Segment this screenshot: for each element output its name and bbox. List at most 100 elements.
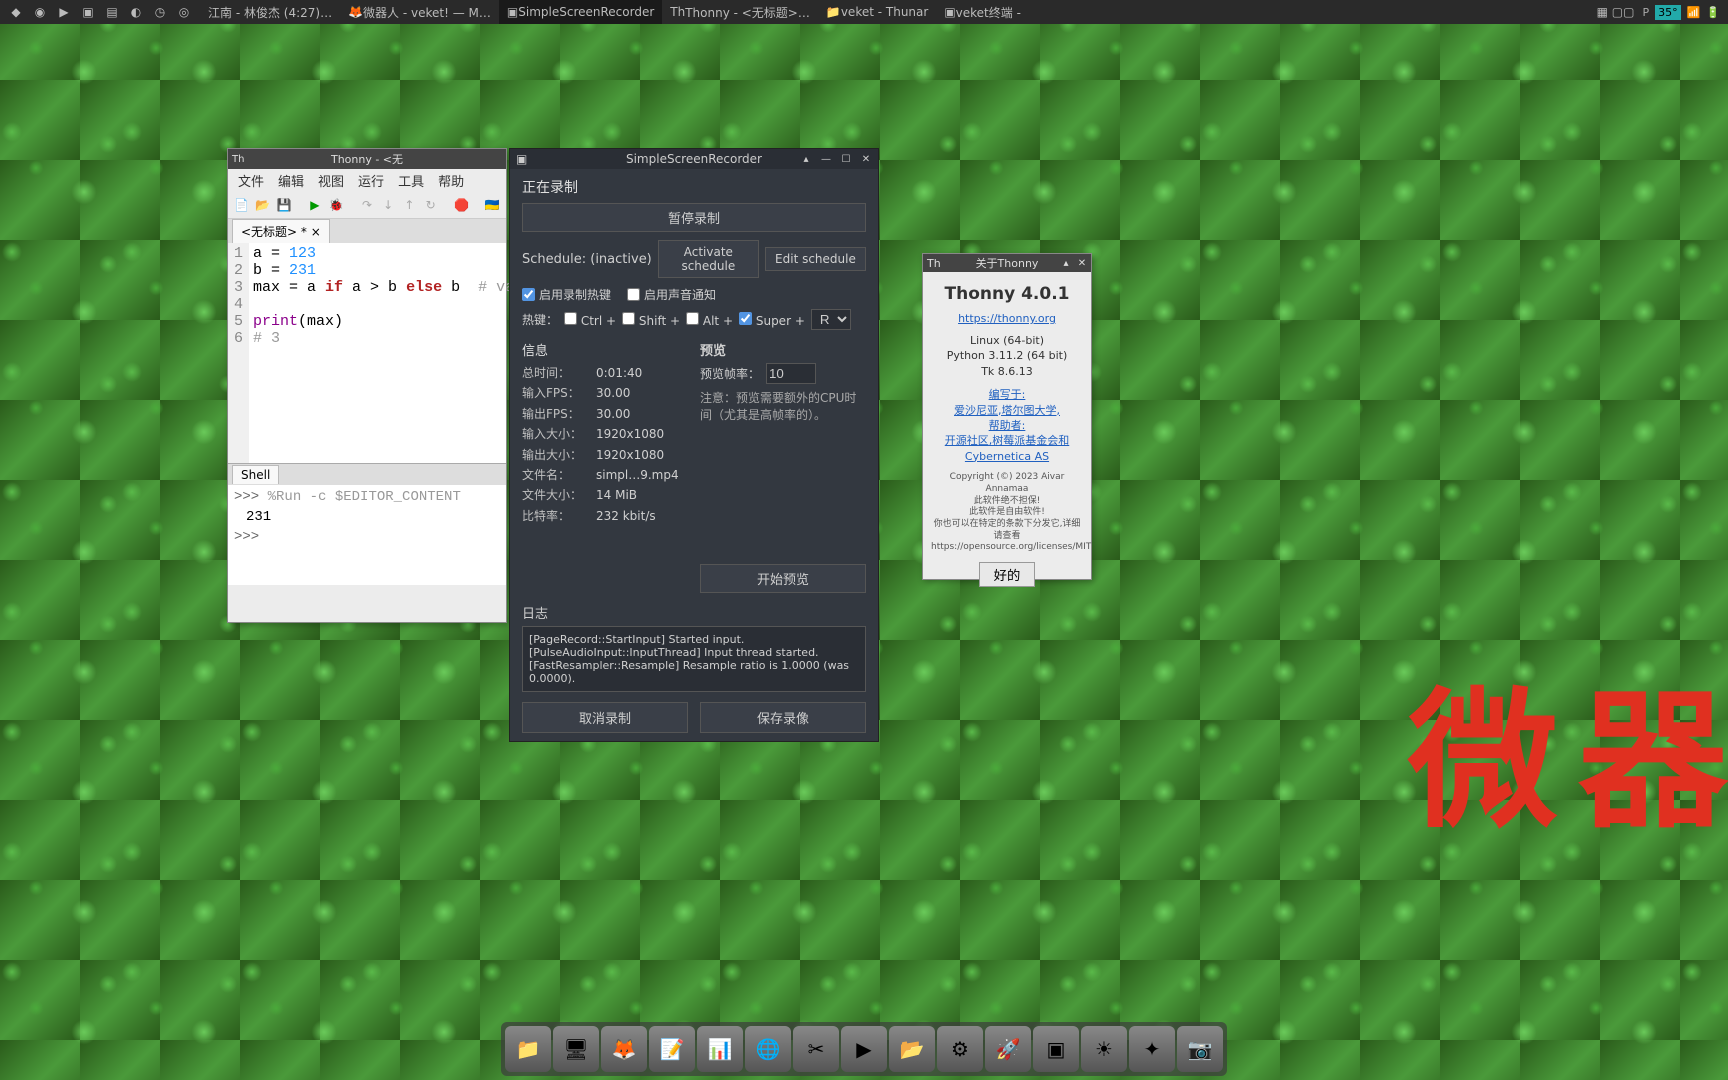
thonny-url-link[interactable]: https://thonny.org xyxy=(958,312,1056,325)
code-content: a = 123 b = 231 max = a if a > b else b … xyxy=(249,243,518,463)
flag-icon[interactable]: 🇺🇦 xyxy=(483,195,502,215)
pause-recording-button[interactable]: 暂停录制 xyxy=(522,203,866,232)
thonny-app-icon: Th xyxy=(232,154,244,165)
tray-temp[interactable]: 35° xyxy=(1655,5,1681,20)
thonny-titlebar[interactable]: Th Thonny - <无 xyxy=(228,149,506,169)
taskbar-music[interactable]: 江南 - 林俊杰 (4:27)… xyxy=(200,0,340,24)
ssr-window: ▣ SimpleScreenRecorder ▴ — ☐ ✕ 正在录制 暂停录制… xyxy=(509,148,879,742)
run-icon[interactable]: ▶ xyxy=(305,195,324,215)
stop-icon[interactable]: 🛑 xyxy=(452,195,471,215)
dock-office-icon[interactable]: 📊 xyxy=(697,1026,743,1072)
tray-pinyin-icon[interactable]: P xyxy=(1642,6,1649,19)
taskbar-terminal[interactable]: ▣ veket终端 - xyxy=(936,0,1029,24)
ctrl-checkbox[interactable]: Ctrl + xyxy=(564,312,616,328)
dock-settings-icon[interactable]: ⚙ xyxy=(937,1026,983,1072)
super-checkbox[interactable]: Super + xyxy=(739,312,805,328)
minimize-icon[interactable]: — xyxy=(818,152,834,166)
alt-checkbox[interactable]: Alt + xyxy=(686,312,733,328)
step-out-icon[interactable]: ↑ xyxy=(400,195,419,215)
about-title: 关于Thonny xyxy=(976,255,1039,271)
clock-icon[interactable]: ◷ xyxy=(150,2,170,22)
menu-tools[interactable]: 工具 xyxy=(392,169,430,192)
menu-help[interactable]: 帮助 xyxy=(432,169,470,192)
save-file-icon[interactable]: 💾 xyxy=(274,195,293,215)
about-os: Linux (64-bit) xyxy=(931,333,1083,348)
enable-hotkey-checkbox[interactable]: 启用录制热键 xyxy=(522,286,611,303)
written-at-link[interactable]: 编写于: xyxy=(989,388,1026,401)
dock-rocket-icon[interactable]: 🚀 xyxy=(985,1026,1031,1072)
dock-notes-icon[interactable]: 📝 xyxy=(649,1026,695,1072)
browser-icon[interactable]: ◉ xyxy=(30,2,50,22)
play-icon[interactable]: ▶ xyxy=(54,2,74,22)
dock-files-icon[interactable]: 📁 xyxy=(505,1026,551,1072)
helpers-link[interactable]: 帮助者: xyxy=(989,419,1026,432)
tray-battery-icon[interactable]: 🔋 xyxy=(1706,6,1720,19)
shift-checkbox[interactable]: Shift + xyxy=(622,312,680,328)
activate-schedule-button[interactable]: Activate schedule xyxy=(658,240,759,278)
university-link[interactable]: 爱沙尼亚,塔尔图大学, xyxy=(954,404,1060,417)
dock-scissors-icon[interactable]: ✂ xyxy=(793,1026,839,1072)
terminal-icon[interactable]: ▣ xyxy=(78,2,98,22)
dock-play-icon[interactable]: ▶ xyxy=(841,1026,887,1072)
ok-button[interactable]: 好的 xyxy=(979,562,1036,587)
dock-terminal-icon[interactable]: ▣ xyxy=(1033,1026,1079,1072)
about-min-icon[interactable]: ▴ xyxy=(1059,258,1073,269)
dock-globe-icon[interactable]: 🌐 xyxy=(745,1026,791,1072)
enable-sound-checkbox[interactable]: 启用声音通知 xyxy=(627,286,716,303)
menu-icon[interactable]: ◆ xyxy=(6,2,26,22)
menu-edit[interactable]: 编辑 xyxy=(272,169,310,192)
dock-folder2-icon[interactable]: 📂 xyxy=(889,1026,935,1072)
step-over-icon[interactable]: ↷ xyxy=(357,195,376,215)
dock-desktop-icon[interactable]: 🖥 xyxy=(553,1026,599,1072)
new-file-icon[interactable]: 📄 xyxy=(232,195,251,215)
dock-camera-icon[interactable]: 📷 xyxy=(1177,1026,1223,1072)
app-icon[interactable]: ◐ xyxy=(126,2,146,22)
debug-icon[interactable]: 🐞 xyxy=(327,195,346,215)
monitor-icon[interactable]: ▤ xyxy=(102,2,122,22)
code-editor[interactable]: 123456 a = 123 b = 231 max = a if a > b … xyxy=(228,243,506,463)
maximize-icon[interactable]: ☐ xyxy=(838,152,854,166)
menu-view[interactable]: 视图 xyxy=(312,169,350,192)
dock-firefox-icon[interactable]: 🦊 xyxy=(601,1026,647,1072)
copyright-text: Copyright (©) 2023 Aivar Annamaa xyxy=(931,472,1083,495)
menu-file[interactable]: 文件 xyxy=(232,169,270,192)
ssr-title: SimpleScreenRecorder xyxy=(626,152,762,166)
about-close-icon[interactable]: ✕ xyxy=(1075,258,1089,269)
about-titlebar[interactable]: Th 关于Thonny ▴ ✕ xyxy=(923,254,1091,272)
taskbar-thunar[interactable]: 📁 veket - Thunar xyxy=(818,0,936,24)
preview-rate-input[interactable] xyxy=(766,363,816,384)
resume-icon[interactable]: ↻ xyxy=(421,195,440,215)
edit-schedule-button[interactable]: Edit schedule xyxy=(765,247,866,271)
tray-wifi-icon[interactable]: 📶 xyxy=(1687,6,1701,19)
top-taskbar: ◆ ◉ ▶ ▣ ▤ ◐ ◷ ◎ 江南 - 林俊杰 (4:27)… 🦊 微器人 -… xyxy=(0,0,1728,24)
info-grid: 总时间：0:01:40 输入FPS：30.00 输出FPS：30.00 输入大小… xyxy=(522,363,688,526)
ssr-titlebar[interactable]: ▣ SimpleScreenRecorder ▴ — ☐ ✕ xyxy=(510,149,878,169)
community-link[interactable]: 开源社区,树莓派基金会和Cybernetica AS xyxy=(945,434,1070,462)
preview-header: 预览 xyxy=(700,340,866,359)
close-icon[interactable]: ✕ xyxy=(858,152,874,166)
step-into-icon[interactable]: ↓ xyxy=(379,195,398,215)
about-thonny-window: Th 关于Thonny ▴ ✕ Thonny 4.0.1 https://tho… xyxy=(922,253,1092,580)
globe-icon[interactable]: ◎ xyxy=(174,2,194,22)
taskbar-browser[interactable]: 🦊 微器人 - veket! — M… xyxy=(340,0,499,24)
cancel-recording-button[interactable]: 取消录制 xyxy=(522,702,688,733)
shell-output[interactable]: >>> %Run -c $EDITOR_CONTENT 231 >>> xyxy=(228,485,506,585)
shell-tab[interactable]: Shell xyxy=(232,465,279,484)
shade-icon[interactable]: ▴ xyxy=(798,152,814,166)
workspace-switcher[interactable]: ▦ ▢▢ xyxy=(1589,0,1643,24)
taskbar-ssr[interactable]: ▣ SimpleScreenRecorder xyxy=(499,0,662,24)
editor-tab[interactable]: <无标题> * × xyxy=(232,219,330,243)
open-file-icon[interactable]: 📂 xyxy=(253,195,272,215)
dock-star-icon[interactable]: ✦ xyxy=(1129,1026,1175,1072)
thonny-menubar: 文件 编辑 视图 运行 工具 帮助 xyxy=(228,169,506,191)
taskbar-thonny[interactable]: Th Thonny - <无标题>… xyxy=(662,0,818,24)
dock-brightness-icon[interactable]: ☀ xyxy=(1081,1026,1127,1072)
hotkey-key-select[interactable]: R xyxy=(811,309,851,330)
thonny-toolbar: 📄 📂 💾 ▶ 🐞 ↷ ↓ ↑ ↻ 🛑 🇺🇦 xyxy=(228,191,506,219)
system-menu-icons: ◆ ◉ ▶ ▣ ▤ ◐ ◷ ◎ xyxy=(0,2,200,22)
menu-run[interactable]: 运行 xyxy=(352,169,390,192)
shell-result: 231 xyxy=(234,509,500,525)
start-preview-button[interactable]: 开始预览 xyxy=(700,564,866,593)
recording-status: 正在录制 xyxy=(522,177,866,197)
save-recording-button[interactable]: 保存录像 xyxy=(700,702,866,733)
